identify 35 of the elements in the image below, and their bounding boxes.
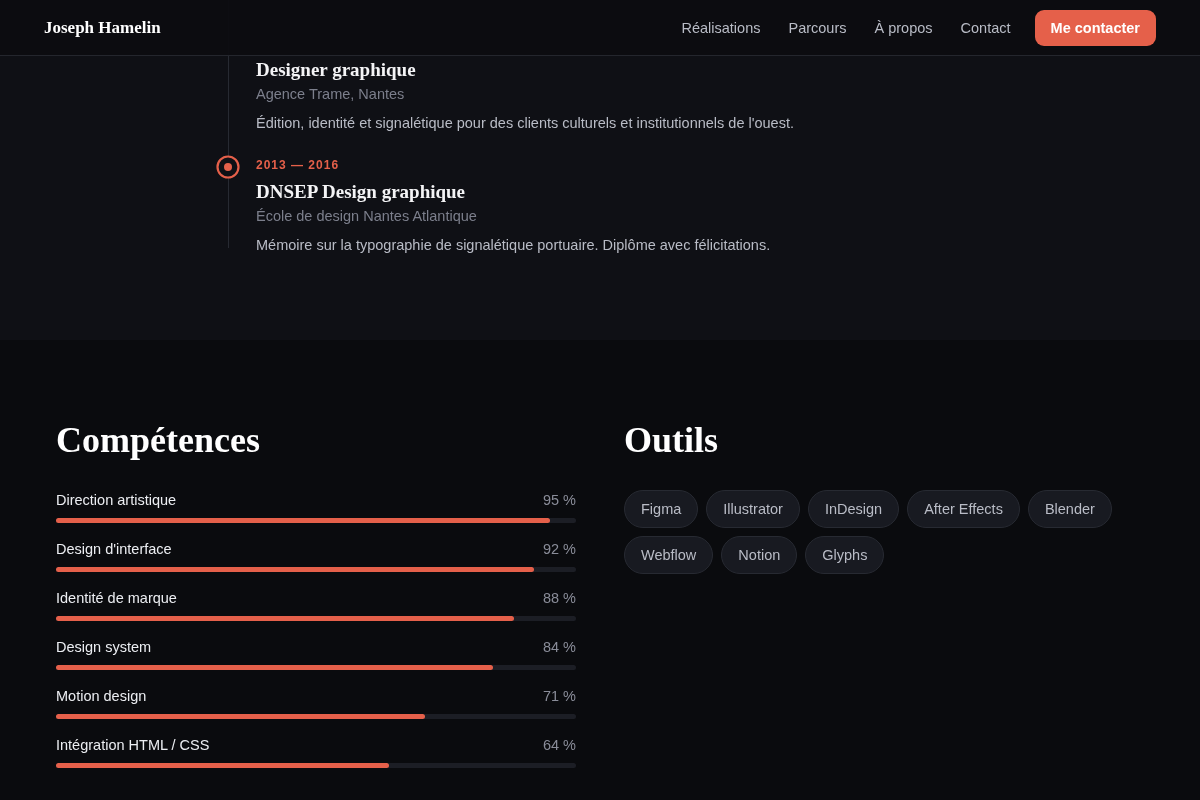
tool-tag: Figma [624, 490, 699, 528]
skill-name: Identité de marque [56, 589, 177, 608]
skill-name: Motion design [56, 687, 147, 706]
entry-title: Designer graphique [256, 58, 417, 82]
skill-percent: 88 % [542, 589, 576, 608]
period-label: 2013 — 2016 [256, 158, 341, 174]
skill-percent: 84 % [542, 638, 576, 657]
skill-name: Design d'interface [56, 540, 172, 559]
nav-link[interactable]: Réalisations [681, 19, 761, 36]
section-heading: Outils [624, 419, 720, 462]
nav-link[interactable]: Contact [960, 19, 1011, 36]
skill-name: Intégration HTML / CSS [56, 736, 210, 755]
nav-link[interactable]: Parcours [788, 19, 847, 36]
skill-percent: 64 % [542, 736, 576, 755]
tool-tag: InDesign [807, 490, 900, 528]
section-heading: Compétences [56, 419, 261, 462]
entry-description: Mémoire sur la typographie de signalétique portuaire. Diplôme avec félicitations. [256, 236, 772, 255]
tool-tag: After Effects [907, 490, 1020, 528]
skill-percent: 71 % [542, 687, 576, 706]
nav-link[interactable]: À propos [874, 19, 933, 36]
skill-name: Design system [56, 638, 152, 657]
timeline-dot-icon [216, 155, 240, 179]
site-name[interactable]: Joseph Hamelin [44, 17, 161, 38]
entry-place: École de design Nantes Atlantique [256, 207, 478, 226]
tool-tag: Notion [721, 536, 798, 574]
skill-percent: 95 % [542, 491, 576, 510]
entry-description: Édition, identité et signalétique pour des clients culturels et institutionnels de l'ouest. [256, 114, 795, 133]
entry-place: Agence Trame, Nantes [256, 85, 406, 104]
entry-title: DNSEP Design graphique [256, 180, 467, 204]
tool-tag: Glyphs [805, 536, 885, 574]
tool-tag: Webflow [624, 536, 714, 574]
tool-tag: Blender [1027, 490, 1112, 528]
skill-name: Direction artistique [56, 491, 177, 510]
tool-tag: Illustrator [706, 490, 800, 528]
skill-percent: 92 % [542, 540, 576, 559]
